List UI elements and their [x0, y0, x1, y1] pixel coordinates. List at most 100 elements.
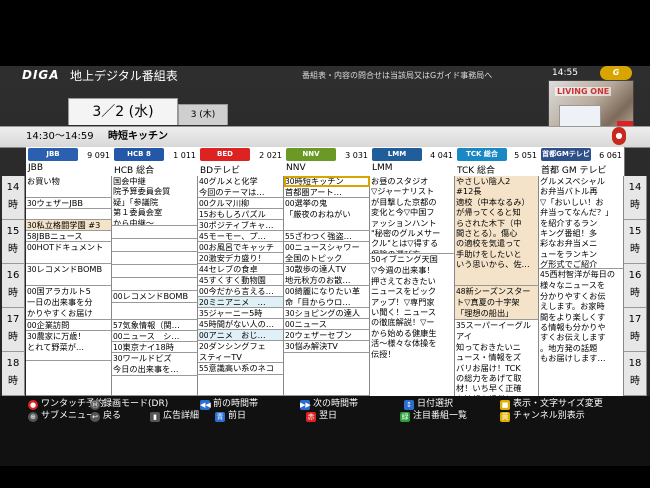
program-title: 気象情報（関… [122, 320, 180, 330]
hour-label: 14 時 [624, 176, 647, 220]
program-cell[interactable]: 30レコメンドBOMB [26, 264, 112, 286]
program-cell[interactable]: 45すくすく動物園 [198, 275, 284, 286]
footer-button-mode[interactable]: Ⓜ 録画モード(DR) [90, 398, 168, 410]
channel-header[interactable]: LMM 4 041 LMM [370, 147, 456, 176]
program-cell[interactable]: 35ジャーニー5時 [198, 308, 284, 319]
program-cell[interactable]: 55意識高い系のネコ [198, 363, 284, 375]
program-cell[interactable]: 国会中継 院予算委員会質 疑」「参議院 第１委員会室 から中継～ [112, 176, 198, 226]
program-cell[interactable]: 20ウェザーセブン [284, 330, 370, 341]
program-cell[interactable]: 00お風呂でキャッチ [198, 242, 284, 253]
footer-button-back[interactable]: ↩ 戻る [90, 410, 121, 422]
channel-name: HCB 総合 [114, 166, 155, 176]
footer-button-red2[interactable]: 赤翌日 [306, 410, 337, 422]
program-cell[interactable]: 50イブニング天国 ▽今週の出来事！ 押さえておきたい ニュースをピック アップ… [370, 254, 455, 397]
program-cell[interactable] [112, 252, 198, 265]
program-cell[interactable]: 48新シーズンスター ト▽真夏の十字架 「理想の船出」 [455, 286, 539, 320]
channel-header[interactable]: BED 2 021 BDテレビ [198, 147, 285, 176]
program-cell[interactable]: 00ニュース [284, 319, 370, 330]
channel-header[interactable]: TCK 総合 5 051 TCK 総合 [455, 147, 540, 176]
program-cell[interactable]: 20ミニアニメ … [198, 297, 284, 308]
hour-label: 15 時 [624, 220, 647, 264]
program-cell[interactable]: 15おもしろパズル [198, 209, 284, 220]
channel-header[interactable]: JBB 9 091 JBB [26, 147, 113, 176]
hour-label: 15 時 [2, 220, 25, 264]
channel-number: 9 091 [87, 151, 110, 160]
program-cell[interactable]: 30農家に万歳！ とれて野菜が… [26, 331, 112, 361]
program-cell[interactable]: 00ニュース シ… [112, 331, 198, 342]
footer-button-ad[interactable]: ▮ 広告詳細 [150, 410, 199, 422]
footer-button-label: サブメニュー [41, 411, 96, 421]
program-cell[interactable]: 45時間がない人の… [198, 319, 284, 330]
program-cell[interactable]: 57気象情報（関… [112, 320, 198, 331]
program-cell[interactable]: やさしい陰人2 #12長 適校（中本なるみ） が帰ってくると知 らされた木下（中… [455, 176, 539, 286]
footer-button-next[interactable]: ▶▶ 次の時間帯 [300, 398, 358, 410]
program-title: ウェザーセブン [294, 330, 352, 340]
program-cell[interactable]: 55ざわつく強盗… [284, 231, 370, 242]
footer-button-select[interactable]: ↕ 日付選択 [404, 398, 453, 410]
program-cell[interactable]: 30私立格闘学園 #3 [26, 220, 112, 231]
program-cell[interactable]: 35スーパーイーグル アイ 知っておきたいニ ュース・情報をズ バリお届け！TC… [455, 320, 539, 397]
program-cell[interactable]: 30散歩の達人TV 地元秋方のお散… [284, 264, 370, 286]
footer-button-yellow2[interactable]: 黄チャンネル別表示 [500, 410, 585, 422]
program-cell[interactable]: 00今だから言える… [198, 286, 284, 297]
footer-button-yellow[interactable]: ■ 表示・文字サイズ変更 [500, 398, 603, 410]
program-cell[interactable]: お昼のスタジオ ▽ジャーナリスト が目撃した京都の 変化と今▽中国フ ァッション… [370, 176, 455, 254]
footer-button-prev[interactable]: ◀◀ 前の時間帯 [200, 398, 258, 410]
date-tab-selected[interactable]: 3／2 (水) [68, 98, 178, 125]
program-cell[interactable]: 30ウェザーJBB [26, 198, 112, 209]
program-start-minute: 45 [199, 232, 209, 241]
ad-icon: ▮ [150, 412, 160, 422]
program-cell[interactable]: 30時短キッチン [284, 176, 370, 187]
date-tab-next[interactable]: 3 (木) [178, 104, 228, 125]
program-cell[interactable]: 00選挙の鬼 「厳夜のおねがい [284, 198, 370, 231]
program-cell[interactable]: 00綺麗になりたい革 命「目からウロ… [284, 286, 370, 308]
program-cell[interactable]: 00ニュースシャワー 全国のトピック [284, 242, 370, 264]
program-cell[interactable]: 58JBBニュース [26, 231, 112, 242]
program-cell[interactable]: 40グルメと化学 今回のテーマは… [198, 176, 284, 198]
program-cell[interactable]: 00国アラカルト5 一日の出来事を分 かりやすくお届け お出掛けも充実 [26, 286, 112, 320]
program-title: 綺麗になりたい革 命「目からウロ… [285, 286, 361, 308]
program-start-minute: 55 [285, 232, 295, 241]
program-cell[interactable]: 45モーモー、プ… [198, 231, 284, 242]
program-cell[interactable]: 00レコメンドBOMB [112, 291, 198, 303]
program-cell[interactable]: 30ショピングの達人 [284, 308, 370, 319]
footer-button-sub[interactable]: ⊕ サブメニュー [28, 410, 95, 422]
program-start-minute: 10 [113, 343, 123, 352]
program-cell[interactable] [112, 303, 198, 320]
program-title: レコメンドBOMB [122, 291, 189, 301]
program-cell[interactable]: 30ポジティブキャ… [198, 220, 284, 231]
channel-header[interactable]: HCB 8 1 011 HCB 総合 [112, 147, 199, 176]
program-cell[interactable] [112, 239, 198, 252]
footer-button-blue[interactable]: 青前日 [215, 410, 246, 422]
program-cell[interactable]: 30ワールドビズ 今日の出来事を… [112, 353, 198, 376]
program-title: レコメンドBOMB [36, 264, 103, 274]
program-cell[interactable]: 00HOTドキュメント [26, 242, 112, 264]
program-cell[interactable]: 20ダンシングフェ スティーTV [198, 341, 284, 363]
program-start-minute: 30 [27, 332, 37, 341]
channel-name: BDテレビ [200, 166, 241, 176]
program-cell[interactable] [112, 265, 198, 278]
program-cell[interactable]: グルメスペシャル お弁当バトル再 ▽「おいしい！お 弁当ってなんだ？」 を紹介す… [539, 176, 624, 269]
program-cell[interactable]: 30悩み解決TV [284, 341, 370, 353]
program-start-minute: 35 [456, 321, 466, 330]
program-cell[interactable]: 00クルマ川柳 [198, 198, 284, 209]
program-cell[interactable]: お買い物 [26, 176, 112, 198]
footer-button-green[interactable]: 緑注目番組一覧 [400, 410, 467, 422]
program-cell[interactable]: 45西村智洋が毎日の 様々なニュースを 分かりやすくお伝 えします。お家時 間を… [539, 269, 624, 397]
program-cell[interactable]: 00アニメ おじ… [198, 330, 284, 341]
program-cell[interactable] [112, 278, 198, 291]
channel-header[interactable]: 首都GMテレビ 6 061 首都 GM テレビ [539, 147, 625, 176]
program-cell[interactable]: 44セレブの食卓 [198, 264, 284, 275]
channel-header[interactable]: NNV 3 031 NNV [284, 147, 371, 176]
channel-number: 4 041 [430, 151, 453, 160]
program-cell[interactable] [26, 209, 112, 220]
program-cell[interactable]: 00企業訪問 [26, 320, 112, 331]
program-cell[interactable] [112, 226, 198, 239]
program-title: グルメと化学 今回のテーマは… [199, 176, 265, 198]
program-cell[interactable]: 20激安デカ盛り！ [198, 253, 284, 264]
channel-name: 首都 GM テレビ [541, 166, 607, 176]
program-cell[interactable]: 10東京ナイ18時 [112, 342, 198, 353]
mode-icon: Ⓜ [90, 400, 100, 410]
program-title: スーパーイーグル アイ 知っておきたいニ ュース・情報をズ バリお届け！TCK … [456, 320, 531, 396]
program-cell[interactable]: 首都圏アート… [284, 187, 370, 198]
